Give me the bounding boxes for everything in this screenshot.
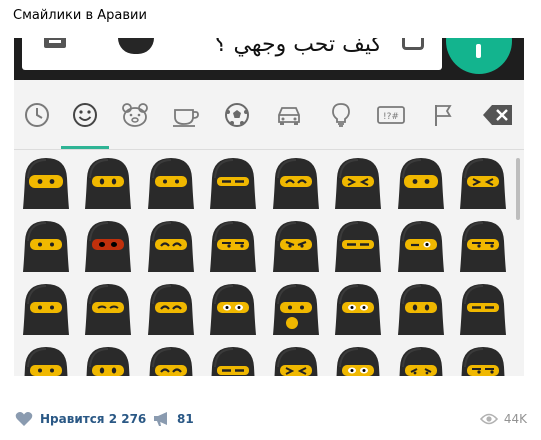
niqab-emoji-in-message	[118, 38, 154, 54]
niqab-wide-eyes-emoji[interactable]	[395, 156, 447, 210]
niqab-squint-eyes-emoji[interactable]	[270, 345, 322, 376]
lightbulb-icon[interactable]	[324, 98, 358, 132]
niqab-neutral-eyes-emoji[interactable]	[20, 219, 72, 273]
symbols-label: !?#	[383, 112, 399, 122]
like-button[interactable]: Нравится 2 276	[15, 410, 146, 428]
niqab-wide-eyes-emoji[interactable]	[20, 156, 72, 210]
megaphone-icon	[154, 412, 167, 426]
niqab-happy-eyes-emoji[interactable]	[145, 282, 197, 336]
niqab-narrow-eyes-emoji[interactable]	[207, 345, 259, 376]
heart-icon	[15, 412, 33, 426]
bear-icon[interactable]	[118, 98, 152, 132]
niqab-thinking-emoji[interactable]	[270, 282, 322, 336]
niqab-sad-eyes-emoji[interactable]	[395, 345, 447, 376]
attach-icon[interactable]	[402, 38, 424, 50]
niqab-white-eyes-emoji[interactable]	[332, 282, 384, 336]
selected-tab-indicator	[61, 146, 109, 149]
flag-icon[interactable]	[426, 98, 460, 132]
niqab-sly-eyes-emoji[interactable]	[457, 345, 509, 376]
post-footer: Нравится 2 276 81 44K	[0, 394, 541, 440]
niqab-sly-eyes-emoji[interactable]	[207, 219, 259, 273]
message-text: كيف تحب وجهي ؟	[214, 38, 382, 57]
clock-icon[interactable]	[20, 98, 54, 132]
niqab-white-eyes-emoji[interactable]	[207, 282, 259, 336]
niqab-narrow-eyes-emoji[interactable]	[207, 156, 259, 210]
chat-input-bar: كيف تحب وجهي ؟	[14, 38, 524, 80]
niqab-white-eyes-emoji[interactable]	[332, 345, 384, 376]
niqab-sly-eyes-emoji[interactable]	[457, 219, 509, 273]
mic-button[interactable]	[446, 38, 512, 74]
niqab-squint-eyes-emoji[interactable]	[332, 156, 384, 210]
smiley-icon[interactable]	[68, 98, 102, 132]
niqab-closed-eyes-emoji[interactable]	[82, 282, 134, 336]
emoji-category-tabs: !?#	[14, 80, 524, 150]
screenshot-image: كيف تحب وجهي ؟ !?#	[14, 38, 524, 376]
like-label: Нравится	[40, 412, 105, 426]
message-input[interactable]: كيف تحب وجهي ؟	[22, 38, 442, 70]
scrollbar[interactable]	[516, 158, 520, 220]
car-icon[interactable]	[272, 98, 306, 132]
cup-icon[interactable]	[169, 98, 203, 132]
niqab-frown-eyes-emoji[interactable]	[270, 219, 322, 273]
eye-icon	[479, 413, 498, 425]
niqab-narrow-eyes-emoji[interactable]	[457, 282, 509, 336]
niqab-narrow-eyes-emoji[interactable]	[332, 219, 384, 273]
symbols-icon[interactable]: !?#	[374, 98, 408, 132]
niqab-open-eyes-emoji[interactable]	[395, 282, 447, 336]
niqab-neutral-eyes-emoji[interactable]	[20, 345, 72, 376]
niqab-open-eyes-emoji[interactable]	[82, 345, 134, 376]
niqab-happy-eyes-emoji[interactable]	[270, 156, 322, 210]
emoji-grid	[14, 150, 524, 376]
views-indicator: 44K	[479, 410, 527, 428]
niqab-squint-eyes-emoji[interactable]	[457, 156, 509, 210]
keyboard-icon[interactable]	[44, 38, 66, 48]
niqab-wink-eyes-emoji[interactable]	[395, 219, 447, 273]
backspace-icon[interactable]	[480, 98, 516, 132]
soccer-ball-icon[interactable]	[220, 98, 254, 132]
niqab-happy-eyes-emoji[interactable]	[145, 345, 197, 376]
niqab-happy-eyes-emoji[interactable]	[145, 219, 197, 273]
niqab-angry-red-eyes-emoji[interactable]	[82, 219, 134, 273]
niqab-open-eyes-emoji[interactable]	[82, 156, 134, 210]
repost-count: 81	[177, 412, 194, 426]
views-count: 44K	[503, 412, 527, 426]
niqab-neutral-eyes-emoji[interactable]	[145, 156, 197, 210]
niqab-neutral-eyes-emoji[interactable]	[20, 282, 72, 336]
like-count: 2 276	[108, 412, 147, 426]
post-title: Смайлики в Аравии	[13, 8, 147, 23]
repost-button[interactable]: 81	[153, 410, 194, 428]
